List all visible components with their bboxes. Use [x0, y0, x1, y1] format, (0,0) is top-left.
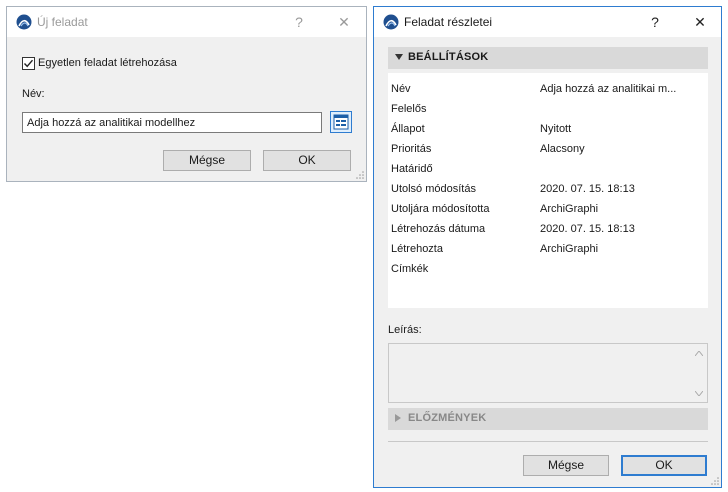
- description-scrollbar[interactable]: [691, 344, 707, 402]
- new-task-dialog: Új feladat ? ✕ Egyetlen feladat létrehoz…: [6, 6, 367, 182]
- settings-section-title: BEÁLLÍTÁSOK: [408, 51, 489, 63]
- task-details-dialog: Feladat részletei ? ✕ BEÁLLÍTÁSOK Név Adj…: [373, 6, 722, 488]
- cancel-button[interactable]: Mégse: [523, 455, 609, 476]
- property-row[interactable]: Határidő: [391, 160, 708, 180]
- settings-properties-panel: Név Adja hozzá az analitikai m... Felelős Á…: [388, 73, 708, 308]
- property-value: Nyitott: [540, 123, 572, 135]
- property-value: 2020. 07. 15. 18:13: [540, 183, 635, 195]
- new-task-titlebar[interactable]: Új feladat ? ✕: [7, 7, 366, 37]
- property-row[interactable]: Név Adja hozzá az analitikai m...: [391, 80, 708, 100]
- name-input[interactable]: Adja hozzá az analitikai modellhez: [22, 112, 322, 133]
- task-details-titlebar[interactable]: Feladat részletei ? ✕: [374, 7, 721, 37]
- resize-grip-icon[interactable]: [711, 477, 719, 485]
- divider: [388, 441, 708, 442]
- property-key: Határidő: [391, 163, 433, 175]
- property-row[interactable]: Utoljára módosította ArchiGraphi: [391, 200, 708, 220]
- description-label: Leírás:: [388, 324, 422, 336]
- property-row[interactable]: Prioritás Alacsony: [391, 140, 708, 160]
- scroll-down-icon[interactable]: [695, 391, 703, 396]
- property-row[interactable]: Létrehozta ArchiGraphi: [391, 240, 708, 260]
- property-value: ArchiGraphi: [540, 203, 599, 215]
- ok-button[interactable]: OK: [621, 455, 707, 476]
- window-title: Új feladat: [37, 15, 88, 29]
- ok-button[interactable]: OK: [263, 150, 351, 171]
- property-row[interactable]: Létrehozás dátuma 2020. 07. 15. 18:13: [391, 220, 708, 240]
- archicad-logo-icon: [16, 14, 32, 30]
- triangle-right-icon: [395, 414, 401, 422]
- property-row[interactable]: Címkék: [391, 260, 708, 280]
- name-label: Név:: [22, 88, 45, 100]
- property-key: Létrehozás dátuma: [391, 223, 486, 235]
- property-key: Állapot: [391, 123, 425, 135]
- property-row[interactable]: Utolsó módosítás 2020. 07. 15. 18:13: [391, 180, 708, 200]
- history-section-header[interactable]: ELŐZMÉNYEK: [388, 408, 708, 430]
- property-value: Adja hozzá az analitikai m...: [540, 83, 677, 95]
- property-value: 2020. 07. 15. 18:13: [540, 223, 635, 235]
- description-textarea[interactable]: [388, 343, 708, 403]
- property-value: Alacsony: [540, 143, 585, 155]
- help-button[interactable]: ?: [288, 12, 310, 32]
- single-task-checkbox-label[interactable]: Egyetlen feladat létrehozása: [38, 57, 177, 69]
- property-key: Név: [391, 83, 411, 95]
- help-button[interactable]: ?: [644, 12, 666, 32]
- settings-section-header[interactable]: BEÁLLÍTÁSOK: [388, 47, 708, 69]
- property-key: Utolsó módosítás: [391, 183, 476, 195]
- cancel-button[interactable]: Mégse: [163, 150, 251, 171]
- property-value: ArchiGraphi: [540, 243, 599, 255]
- scroll-up-icon[interactable]: [695, 351, 703, 356]
- triangle-down-icon: [395, 54, 403, 60]
- archicad-logo-icon: [383, 14, 399, 30]
- property-key: Prioritás: [391, 143, 432, 155]
- property-row[interactable]: Felelős: [391, 100, 708, 120]
- property-key: Felelős: [391, 103, 427, 115]
- name-input-value: Adja hozzá az analitikai modellhez: [27, 117, 196, 129]
- checkbox-checked-icon[interactable]: [22, 57, 35, 70]
- history-section-title: ELŐZMÉNYEK: [408, 412, 487, 424]
- name-picker-icon: [333, 114, 349, 130]
- property-key: Címkék: [391, 263, 429, 275]
- property-key: Létrehozta: [391, 243, 443, 255]
- window-title: Feladat részletei: [404, 15, 493, 29]
- close-button[interactable]: ✕: [689, 12, 711, 32]
- property-row[interactable]: Állapot Nyitott: [391, 120, 708, 140]
- property-key: Utoljára módosította: [391, 203, 490, 215]
- close-button[interactable]: ✕: [333, 12, 355, 32]
- name-picker-button[interactable]: [330, 111, 352, 133]
- resize-grip-icon[interactable]: [356, 171, 364, 179]
